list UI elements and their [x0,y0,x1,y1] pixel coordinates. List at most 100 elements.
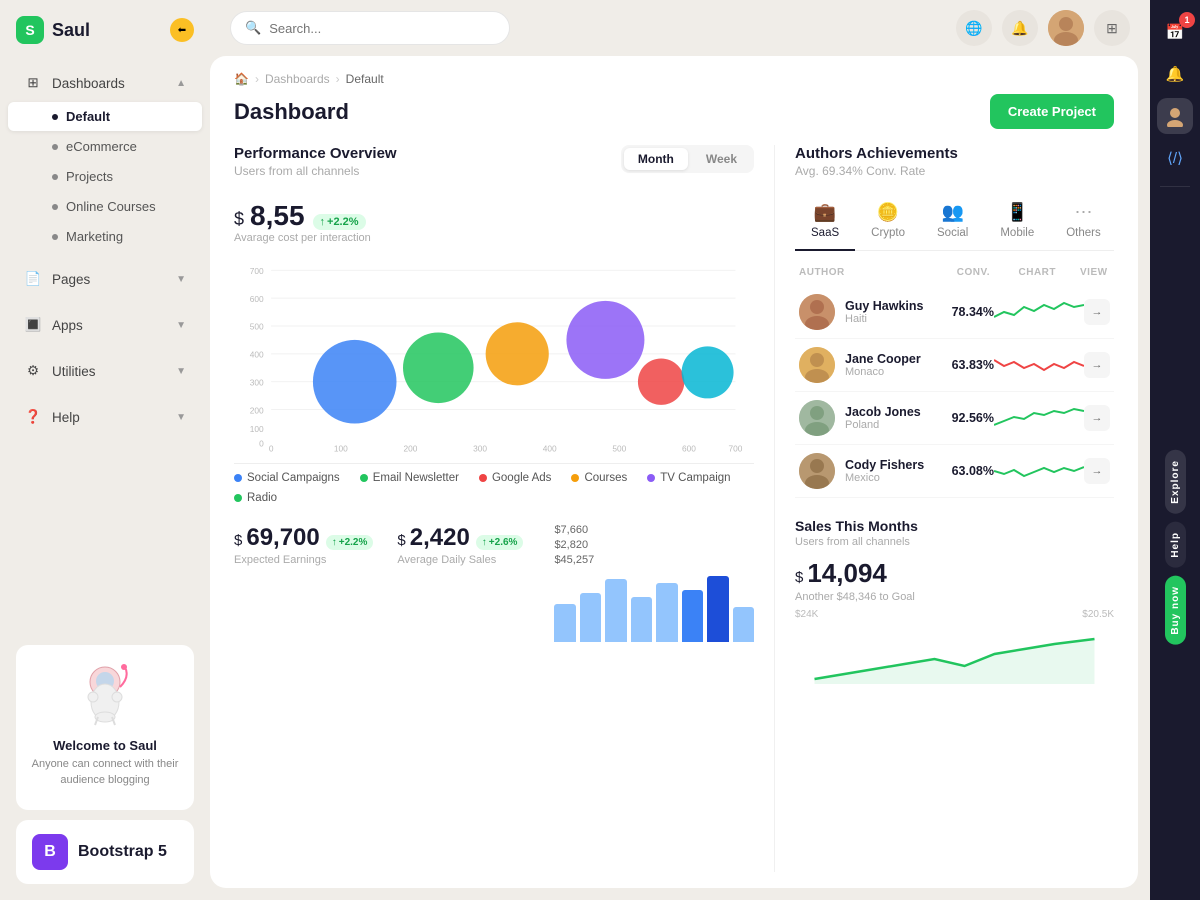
breadcrumb: 🏠 › Dashboards › Default [234,72,1114,86]
main-area: 🔍 🌐 🔔 ⊞ 🏠 › Dashboards › Default Dashboa… [210,0,1150,900]
tab-social[interactable]: 👥 Social [921,192,984,251]
online-courses-label: Online Courses [66,199,156,214]
sidebar-toggle-btn[interactable]: ⬅ [170,18,194,42]
topbar-globe-btn[interactable]: 🌐 [956,10,992,46]
sales-y-label-2: $20.5K [1082,609,1114,620]
sales-number: 14,094 [807,558,887,589]
sidebar-item-projects[interactable]: Projects [8,162,202,191]
breadcrumb-dashboards-link[interactable]: Dashboards [265,72,330,86]
chart-svg: 700 600 500 400 300 200 100 0 0 100 200 … [234,254,754,463]
iconbar-help-btn[interactable]: Help [1165,522,1186,568]
author-info-1: Jane Cooper Monaco [845,352,934,378]
author-view-btn-1[interactable]: → [1084,352,1110,378]
left-panel: Performance Overview Users from all chan… [234,145,774,872]
social-tab-icon: 👥 [941,202,963,223]
sidebar-item-marketing[interactable]: Marketing [8,222,202,251]
sidebar-item-default[interactable]: Default [8,102,202,131]
author-view-btn-3[interactable]: → [1084,458,1110,484]
metric-badge-value: +2.2% [327,216,359,228]
sales-section: Sales This Months Users from all channel… [795,518,1114,689]
topbar-bell-btn[interactable]: 🔔 [1002,10,1038,46]
sidebar-logo: S Saul [16,16,90,44]
nav-item-dashboards[interactable]: ⊞ Dashboards ▲ [8,65,202,101]
apps-chevron: ▼ [176,320,186,331]
content-area: 🏠 › Dashboards › Default Dashboard Creat… [210,56,1138,888]
daily-sales: $ 2,420 ↑ +2.6% Average Daily Sales [397,524,530,642]
iconbar-explore-btn[interactable]: Explore [1165,450,1186,514]
author-avatar-0 [799,294,835,330]
iconbar-user-btn[interactable] [1157,98,1193,134]
svg-text:700: 700 [250,266,264,276]
dot-icon [52,204,58,210]
dot-icon [52,174,58,180]
nav-item-pages[interactable]: 📄 Pages ▼ [8,261,202,297]
tab-crypto[interactable]: 🪙 Crypto [855,192,921,251]
performance-subtitle: Users from all channels [234,164,397,178]
nav-item-apps[interactable]: 🔳 Apps ▼ [8,307,202,343]
svg-text:400: 400 [543,443,557,453]
svg-text:500: 500 [250,322,264,332]
marketing-label: Marketing [66,229,123,244]
nav-item-help[interactable]: ❓ Help ▼ [8,399,202,435]
svg-text:500: 500 [612,443,626,453]
sidebar-header: S Saul ⬅ [0,0,210,60]
expected-earnings: $ 69,700 ↑ +2.2% Expected Earnings [234,524,373,642]
dashboards-chevron: ▲ [176,78,186,89]
iconbar-calendar-btn[interactable]: 📅 1 [1157,14,1193,50]
col-view: VIEW [1080,267,1110,278]
bar-4 [631,597,652,643]
sales-goal: Another $48,346 to Goal [795,591,1114,603]
bootstrap-icon: B [32,834,68,870]
calendar-badge: 1 [1179,12,1195,28]
svg-text:200: 200 [403,443,417,453]
period-month-btn[interactable]: Month [624,148,688,170]
logo-icon: S [16,16,44,44]
bar-6 [682,590,703,643]
create-project-button[interactable]: Create Project [990,94,1114,129]
author-conv-0: 78.34% [934,305,994,319]
iconbar-bell-btn[interactable]: 🔔 [1157,56,1193,92]
chart-legend: Social Campaigns Email Newsletter Google… [234,472,754,504]
sidebar-item-online-courses[interactable]: Online Courses [8,192,202,221]
svg-text:400: 400 [250,350,264,360]
bar-7 [707,576,728,643]
topbar-grid-btn[interactable]: ⊞ [1094,10,1130,46]
tab-saas[interactable]: 💼 SaaS [795,192,855,251]
tab-others[interactable]: ⋯ Others [1050,192,1114,251]
search-box[interactable]: 🔍 [230,11,510,45]
apps-icon: 🔳 [24,316,42,334]
legend-social-campaigns: Social Campaigns [234,472,340,484]
svg-text:100: 100 [250,424,264,434]
tab-mobile[interactable]: 📱 Mobile [984,192,1050,251]
iconbar-buy-btn[interactable]: Buy now [1165,576,1186,645]
astronaut-illustration [65,657,145,727]
welcome-title: Welcome to Saul [28,738,182,753]
iconbar-code-btn[interactable]: ⟨/⟩ [1157,140,1193,176]
topbar-avatar[interactable] [1048,10,1084,46]
period-week-btn[interactable]: Week [692,148,751,170]
svg-text:600: 600 [682,443,696,453]
author-view-btn-2[interactable]: → [1084,405,1110,431]
sales-y-label-1: $24K [795,609,818,620]
svg-text:0: 0 [269,443,274,453]
pages-icon: 📄 [24,270,42,288]
search-input[interactable] [269,21,495,36]
svg-text:0: 0 [259,439,264,449]
dot-icon [52,114,58,120]
bar-chart-section: $7,660 $2,820 $45,257 [554,524,754,642]
expected-label: Expected Earnings [234,554,373,566]
nav-item-utilities[interactable]: ⚙ Utilities ▼ [8,353,202,389]
legend-radio: Radio [234,492,277,504]
author-view-btn-0[interactable]: → [1084,299,1110,325]
apps-label: Apps [52,318,83,333]
col-conv: CONV. [930,267,990,278]
app-name: Saul [52,20,90,41]
saas-tab-icon: 💼 [814,202,836,223]
breadcrumb-current: Default [346,72,384,86]
authors-subtitle: Avg. 69.34% Conv. Rate [795,164,1114,178]
sparkline-2 [994,403,1084,433]
sidebar-item-ecommerce[interactable]: eCommerce [8,132,202,161]
default-label: Default [66,109,110,124]
sales-value: $ 14,094 [795,558,1114,589]
legend-google-ads: Google Ads [479,472,551,484]
